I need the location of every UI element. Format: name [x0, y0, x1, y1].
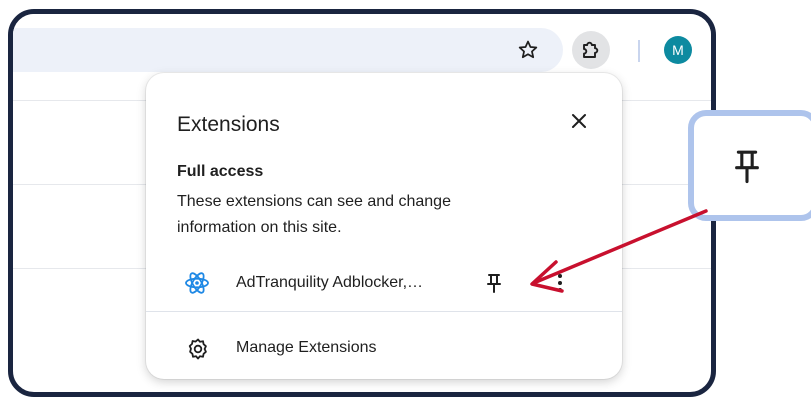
toolbar-separator [638, 40, 640, 62]
address-bar[interactable] [13, 28, 563, 72]
profile-avatar[interactable]: M [664, 36, 692, 64]
section-description: These extensions can see and change info… [177, 193, 451, 236]
pin-extension-button[interactable] [479, 268, 509, 298]
gear-icon [188, 338, 207, 360]
extension-more-button[interactable] [548, 268, 572, 298]
section-title: Full access [177, 163, 264, 180]
extensions-button[interactable] [572, 31, 610, 69]
star-icon [518, 40, 538, 59]
puzzle-piece-icon [583, 41, 599, 58]
pin-icon [735, 150, 759, 184]
close-icon [572, 114, 586, 128]
more-vert-icon [558, 274, 562, 292]
menu-divider [146, 311, 622, 312]
extension-row[interactable]: AdTranquility Adblocker,… [146, 263, 622, 305]
bookmark-star-button[interactable] [509, 31, 547, 69]
manage-extensions-label: Manage Extensions [236, 339, 377, 356]
close-button[interactable] [564, 106, 594, 136]
extensions-menu: Extensions Full access These extensions … [146, 73, 622, 379]
pin-icon [487, 274, 501, 293]
extension-name: AdTranquility Adblocker,… [236, 274, 424, 291]
adtranquility-atom-icon [185, 272, 209, 294]
pin-callout [688, 110, 811, 221]
menu-title: Extensions [177, 113, 280, 136]
manage-extensions-item[interactable]: Manage Extensions [146, 331, 622, 367]
